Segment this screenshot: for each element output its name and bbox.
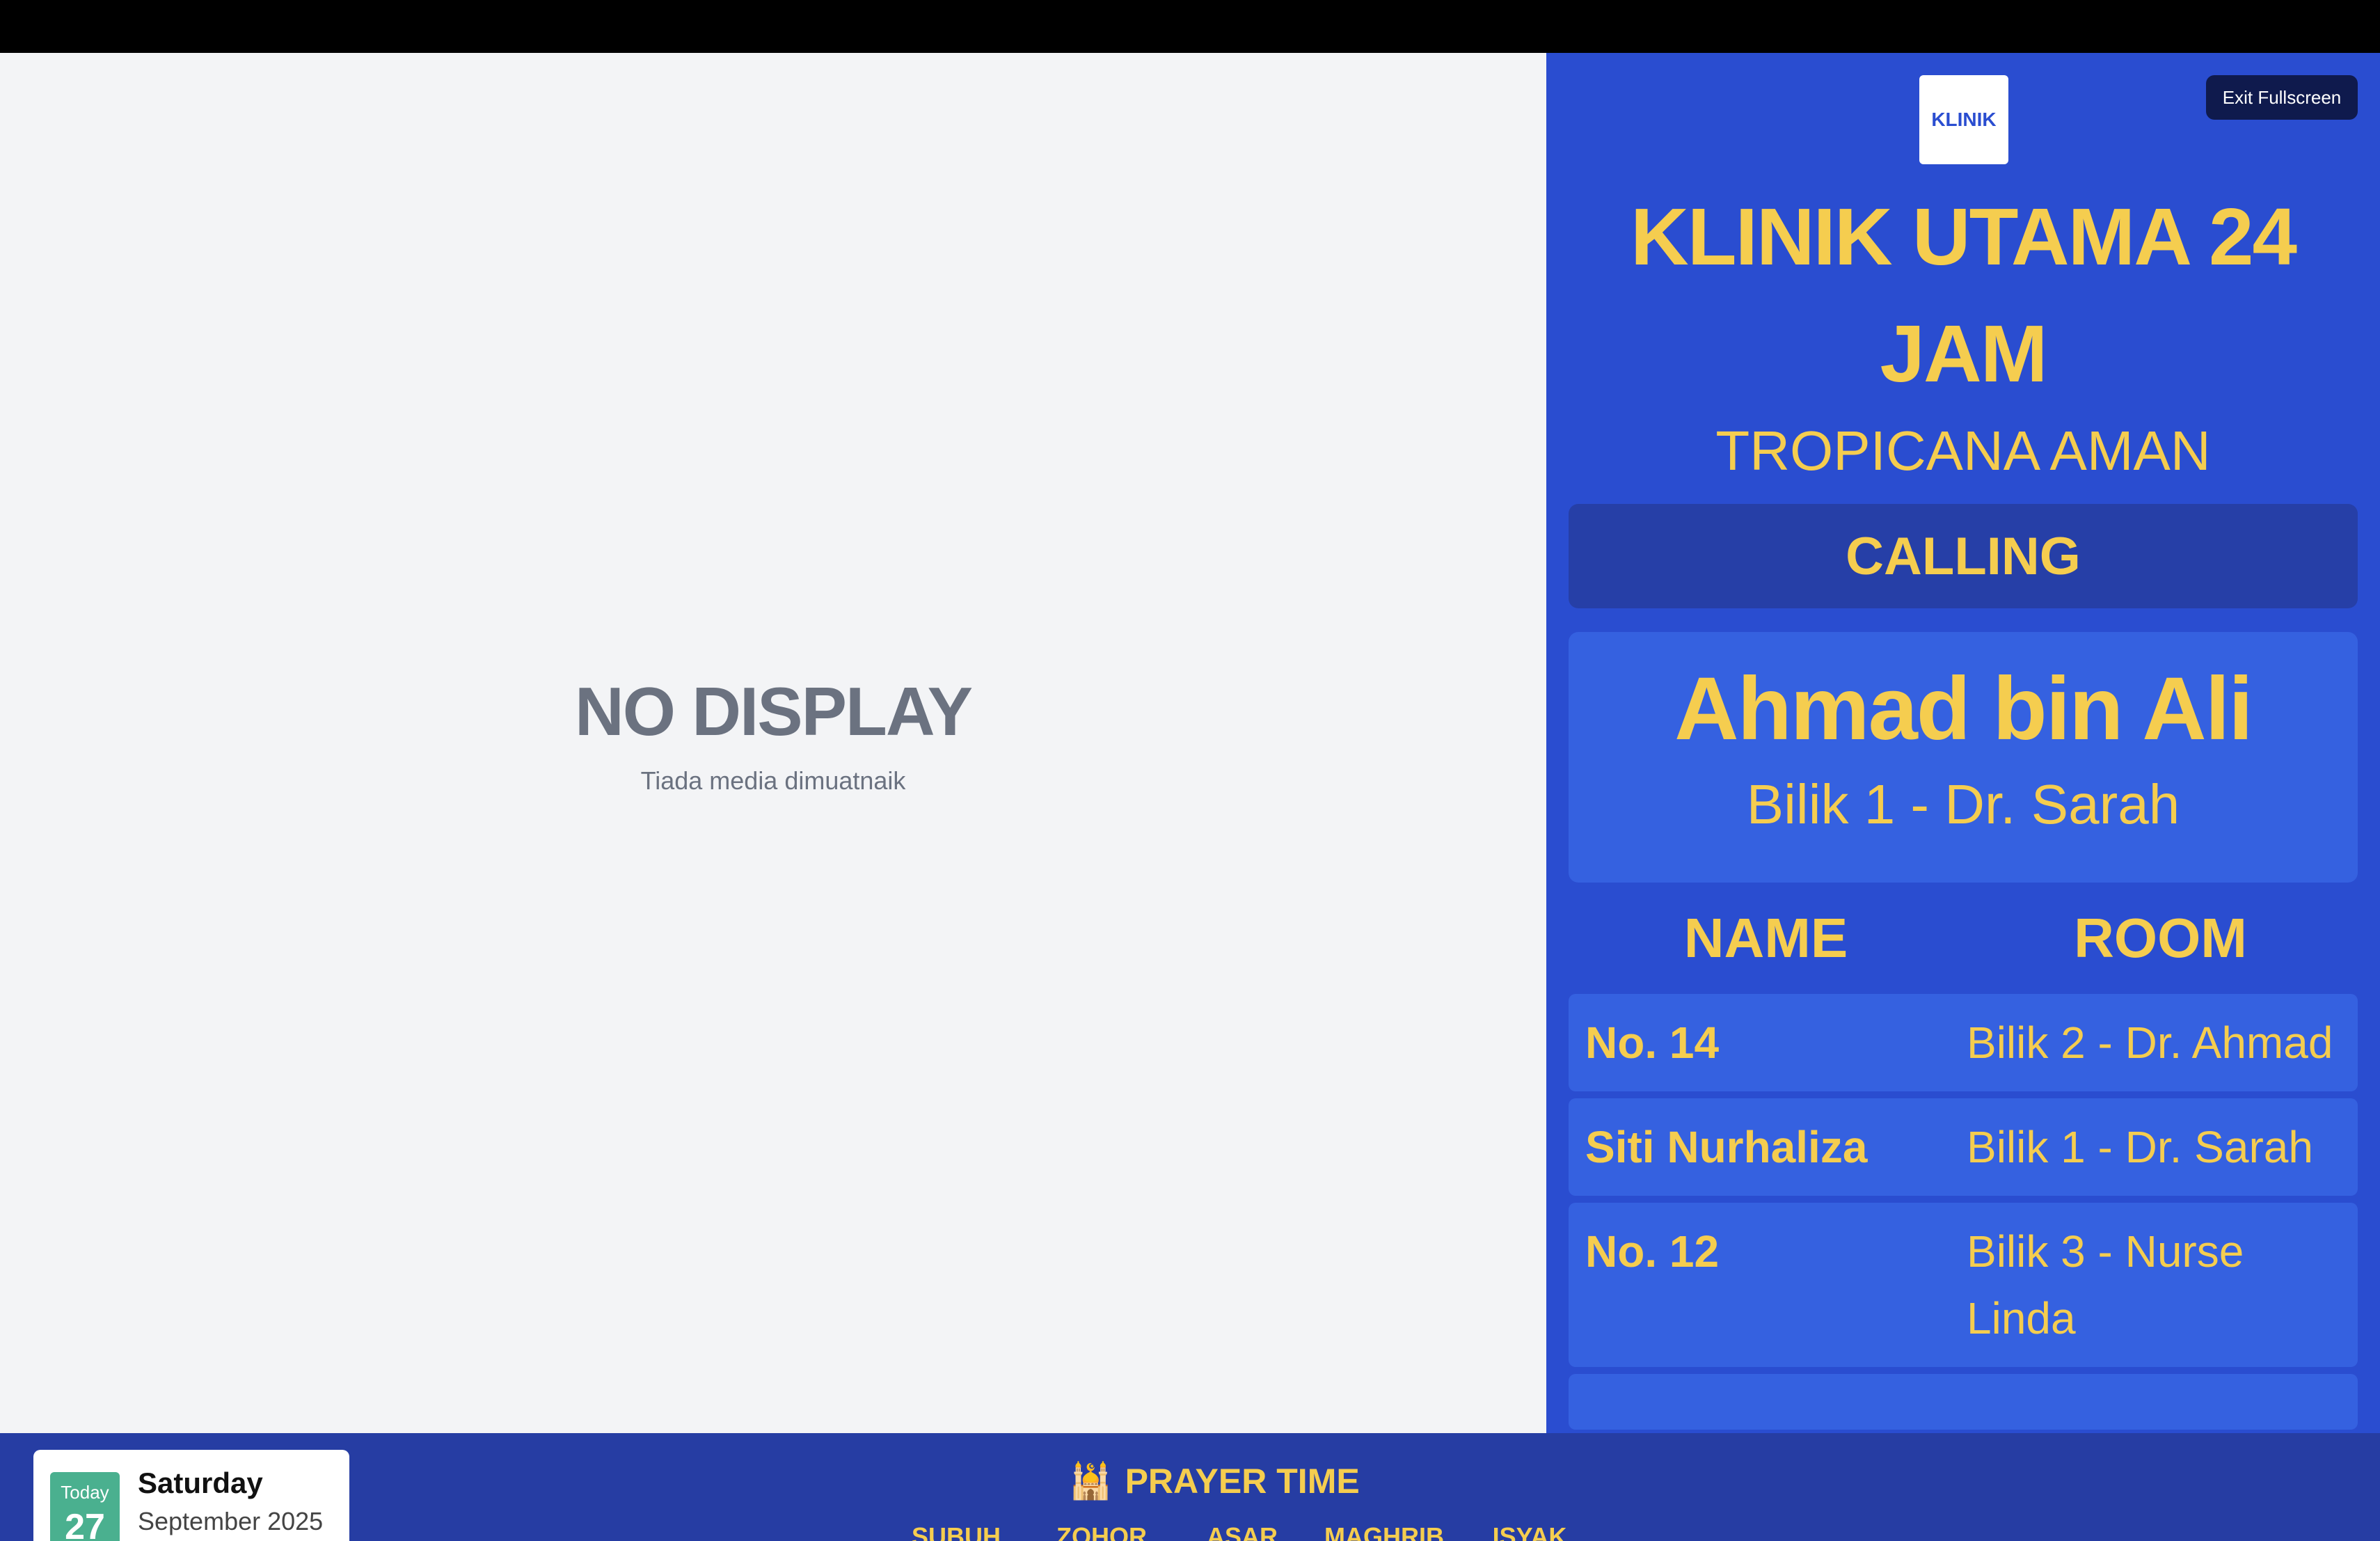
prayer-isyak: ISYAK [1492,1522,1567,1541]
clinic-name: KLINIK UTAMA 24 JAM [1631,191,2297,399]
exit-fullscreen-button[interactable]: Exit Fullscreen [2206,75,2358,120]
queue-row: Siti Nurhaliza Bilik 1 - Dr. Sarah [1569,1098,2358,1196]
top-black-bar [0,0,2380,53]
mosque-icon: 🕌 [1069,1462,1113,1501]
media-area: NO DISPLAY Tiada media dimuatnaik [0,53,1546,1433]
clinic-logo: KLINIK [1919,75,2008,164]
queue-row-partial [1569,1374,2358,1430]
calling-banner: CALLING [1569,504,2358,608]
queue-name: No. 14 [1585,1018,1720,1068]
month-year: September 2025 [138,1507,324,1535]
room-column-header: ROOM [2074,907,2247,969]
clinic-branch: TROPICANA AMAN [1715,420,2211,482]
prayer-list: SUBUH ZOHOR ASAR MAGHRIB ISYAK [887,1522,1598,1541]
no-display-title: NO DISPLAY [575,673,973,750]
prayer-time-title: 🕌 PRAYER TIME [0,1461,2380,1502]
prayer-maghrib: MAGHRIB [1324,1522,1444,1541]
name-column-header: NAME [1683,907,1848,969]
empty-media-message: NO DISPLAY Tiada media dimuatnaik [0,672,1546,796]
current-call-card: Ahmad bin Ali Bilik 1 - Dr. Sarah [1569,632,2358,883]
queue-panel: KLINIK Exit Fullscreen KLINIK UTAMA 24 J… [1546,53,2380,1433]
no-media-subtitle: Tiada media dimuatnaik [640,766,906,795]
queue-list: No. 14 Bilik 2 - Dr. Ahmad Siti Nurhaliz… [1569,994,2358,1433]
queue-name: Siti Nurhaliza [1585,1122,1868,1172]
current-patient-name: Ahmad bin Ali [1674,659,2253,759]
current-patient-room: Bilik 1 - Dr. Sarah [1746,773,2180,835]
prayer-title-text: PRAYER TIME [1125,1462,1360,1501]
queue-row: No. 14 Bilik 2 - Dr. Ahmad [1569,994,2358,1091]
prayer-subuh: SUBUH [911,1522,1001,1541]
queue-room: Bilik 3 - Nurse Linda [1967,1226,2244,1343]
footer-bar: Today 27 Saturday September 2025 🕌 PRAYER… [0,1433,2380,1541]
prayer-asar: ASAR [1206,1522,1278,1541]
logo-text: KLINIK [1931,109,1997,130]
prayer-zohor: ZOHOR [1056,1522,1147,1541]
queue-room: Bilik 1 - Dr. Sarah [1967,1122,2313,1172]
queue-row: No. 12 Bilik 3 - Nurse Linda [1569,1203,2358,1367]
day-number: 27 [65,1507,105,1541]
queue-name: No. 12 [1585,1226,1720,1277]
queue-room: Bilik 2 - Dr. Ahmad [1967,1018,2333,1068]
